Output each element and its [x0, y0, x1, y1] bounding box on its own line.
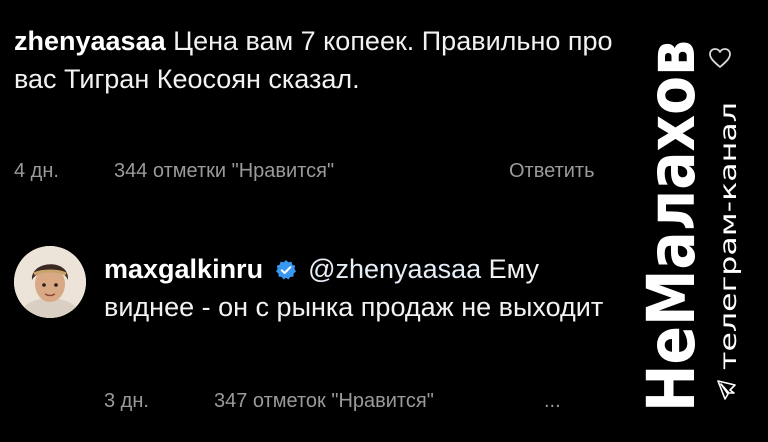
comment-username[interactable]: zhenyaasaa	[14, 26, 166, 56]
comment-username[interactable]: maxgalkinru	[104, 254, 263, 284]
watermark-subtitle: телеграм-канал	[716, 102, 742, 370]
comment-body: zhenyaasaa Цена вам 7 копеек. Правильно …	[14, 22, 614, 98]
comment-time: 4 дн.	[14, 160, 59, 182]
watermark-title: НеМалахов	[633, 40, 710, 412]
telegram-icon	[717, 380, 736, 400]
avatar-image	[14, 246, 86, 318]
comment-body: maxgalkinru @zhenyaasaa Ему виднее - он …	[104, 250, 634, 326]
comment-meta: 4 дн. 344 отметки "Нравится" Ответить	[14, 160, 595, 183]
reply-button[interactable]: Ответить	[509, 160, 595, 183]
more-options-button[interactable]: ...	[544, 390, 561, 413]
comment-zhenyaasaa: zhenyaasaa Цена вам 7 копеек. Правильно …	[14, 22, 614, 98]
mention-link[interactable]: @zhenyaasaa	[308, 254, 481, 284]
likes-count[interactable]: 347 отметок "Нравится"	[214, 390, 544, 413]
avatar[interactable]	[14, 246, 86, 318]
likes-count[interactable]: 344 отметки "Нравится"	[114, 160, 509, 183]
comment-time: 3 дн.	[104, 390, 149, 412]
verified-badge-icon	[275, 260, 296, 280]
watermark: НеМалахов телеграм-канал	[632, 40, 742, 413]
comment-meta: 3 дн. 347 отметок "Нравится" ...	[104, 390, 561, 413]
comment-maxgalkinru: maxgalkinru @zhenyaasaa Ему виднее - он …	[104, 250, 634, 326]
